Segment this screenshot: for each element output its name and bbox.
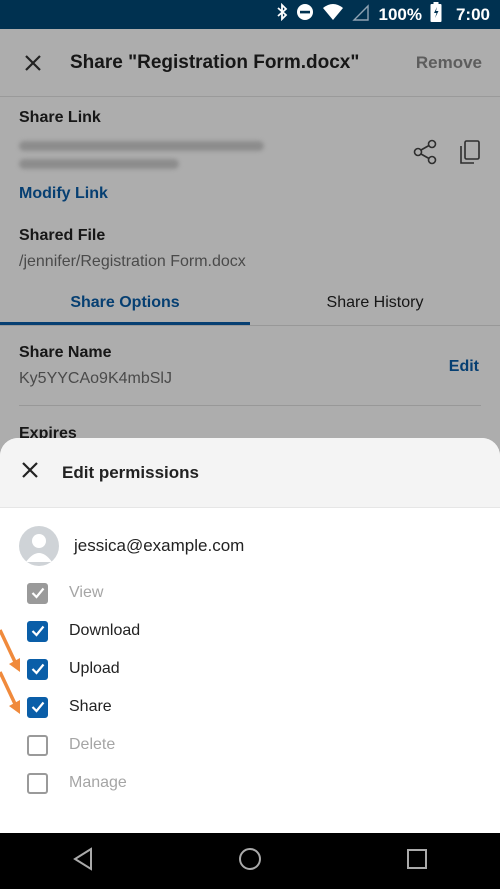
user-email: jessica@example.com [74, 536, 245, 555]
permission-label: Download [69, 622, 141, 639]
permission-label: Delete [69, 736, 116, 753]
home-icon[interactable] [238, 847, 262, 876]
wifi-icon [322, 3, 344, 26]
permission-label: Upload [69, 660, 120, 677]
permission-label: View [69, 584, 104, 601]
permission-label: Share [69, 698, 112, 715]
clock: 7:00 [455, 4, 490, 24]
battery-percent: 100% [378, 4, 422, 24]
permission-list: View Download Upload Share Delete Manage [0, 574, 500, 802]
download-checkbox[interactable] [27, 620, 48, 642]
dnd-icon [296, 3, 314, 26]
back-icon[interactable] [72, 846, 94, 876]
permission-share: Share [0, 688, 500, 726]
permission-upload: Upload [0, 650, 500, 688]
system-nav-bar [0, 833, 500, 889]
bluetooth-icon [276, 2, 288, 26]
permission-manage: Manage [0, 764, 500, 802]
recents-icon[interactable] [406, 848, 428, 875]
permission-view: View [0, 574, 500, 612]
status-bar: 100% 7:00 [0, 0, 500, 29]
user-row: jessica@example.com [0, 508, 500, 574]
battery-icon [430, 2, 442, 27]
upload-checkbox[interactable] [27, 658, 48, 680]
close-icon[interactable] [20, 460, 40, 485]
manage-checkbox [27, 772, 48, 794]
permission-download: Download [0, 612, 500, 650]
avatar-icon [19, 526, 59, 566]
sheet-title: Edit permissions [62, 462, 199, 482]
edit-permissions-sheet: Edit permissions jessica@example.com Vie… [0, 438, 500, 833]
sheet-header: Edit permissions [0, 438, 500, 508]
permission-label: Manage [69, 774, 127, 791]
annotation-arrow-icon [0, 629, 20, 714]
permission-delete: Delete [0, 726, 500, 764]
signal-icon [352, 3, 370, 26]
view-checkbox [27, 582, 48, 604]
delete-checkbox [27, 734, 48, 756]
share-checkbox[interactable] [27, 696, 48, 718]
